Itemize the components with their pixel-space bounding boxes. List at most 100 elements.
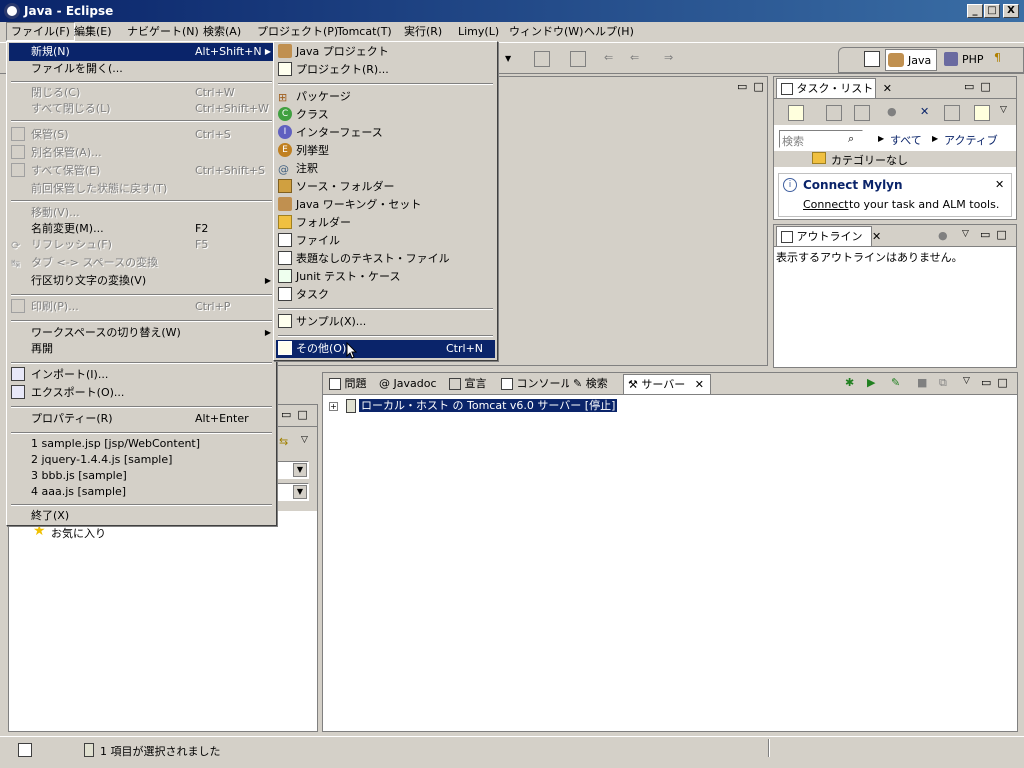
maximize-button[interactable]: □ <box>984 4 1000 18</box>
tab-javadoc[interactable]: @ Javadoc <box>375 374 441 394</box>
tab-servers[interactable]: ⚒ サーバー ✕ <box>623 374 711 394</box>
submenu-other[interactable]: その他(O)... Ctrl+N <box>276 340 495 358</box>
submenu-package[interactable]: ⊞ パッケージ <box>276 88 495 106</box>
submenu-project[interactable]: プロジェクト(R)... <box>276 61 495 79</box>
tab-problems[interactable]: 問題 <box>325 374 371 394</box>
submenu-class[interactable]: C クラス <box>276 106 495 124</box>
favorites-label[interactable]: お気に入り <box>51 525 106 541</box>
server-status-icon <box>84 743 94 757</box>
task-search-input[interactable]: 検索 ⌕ <box>779 130 863 148</box>
close-icon[interactable]: ✕ <box>695 378 704 391</box>
focus-icon[interactable]: ● <box>887 105 903 121</box>
menu-item-tab-convert: ↹ タブ <-> スペースの変換 <box>11 256 159 270</box>
import-icon <box>11 367 25 381</box>
view-menu-icon[interactable]: ▽ <box>1000 105 1007 115</box>
menu-file[interactable]: ファイル(F) <box>6 22 75 41</box>
collapse-all-icon[interactable] <box>944 105 960 121</box>
view-menu-icon[interactable]: ▽ <box>301 435 308 445</box>
mylyn-connect-link[interactable]: Connect <box>803 198 848 211</box>
sync-icon[interactable] <box>974 105 990 121</box>
back-icon[interactable]: ⇐ <box>630 51 646 67</box>
close-icon[interactable]: ✕ <box>872 230 881 243</box>
declaration-icon <box>449 378 461 390</box>
submenu-untitled-text[interactable]: 表題なしのテキスト・ファイル <box>276 250 495 268</box>
close-icon[interactable]: ✕ <box>883 82 892 95</box>
menu-navigate[interactable]: ナビゲート(N) <box>123 22 203 41</box>
profile-server-icon[interactable]: ✎ <box>891 376 900 389</box>
view-menu-icon[interactable]: ▽ <box>963 376 970 386</box>
dropdown-arrow-icon[interactable]: ▼ <box>505 54 521 70</box>
last-edit-icon[interactable]: ⇐ <box>604 51 620 67</box>
tab-console[interactable]: コンソール <box>497 374 576 394</box>
focus-icon[interactable]: ● <box>938 229 948 242</box>
tab-outline[interactable]: アウトライン ✕ <box>776 226 881 246</box>
recent-file-4[interactable]: 4 aaa.js [sample] <box>9 483 274 501</box>
servers-minmax[interactable]: ▭□ <box>981 376 1014 389</box>
close-button[interactable]: X <box>1003 4 1019 18</box>
submenu-folder[interactable]: フォルダー <box>276 214 495 232</box>
perspective-php[interactable]: PHP <box>942 49 990 71</box>
title-bar[interactable]: Java - Eclipse _ □ X <box>0 0 1024 22</box>
submenu-source-folder[interactable]: ソース・フォルダー <box>276 178 495 196</box>
expand-icon[interactable]: + <box>329 401 338 411</box>
outline-minmax[interactable]: ▭□ <box>980 228 1013 241</box>
tab-declaration[interactable]: 宣言 <box>445 374 491 394</box>
publish-icon[interactable]: ⧉ <box>939 376 947 390</box>
menu-item-exit[interactable]: 終了(X) <box>9 507 274 525</box>
menu-project[interactable]: プロジェクト(P) <box>253 22 342 41</box>
open-perspective-icon[interactable] <box>864 51 880 67</box>
menu-item-line-delimiters[interactable]: 行区切り文字の変換(V) ▶ <box>9 272 274 290</box>
minimize-button[interactable]: _ <box>967 4 983 18</box>
prev-annotation-icon[interactable] <box>570 51 586 67</box>
submenu-interface[interactable]: I インターフェース <box>276 124 495 142</box>
scheduled-icon[interactable] <box>854 105 870 121</box>
submenu-enum[interactable]: E 列挙型 <box>276 142 495 160</box>
perspective-java[interactable]: Java <box>885 49 937 71</box>
tab-task-list[interactable]: タスク・リスト ✕ <box>776 78 892 98</box>
working-set-icon <box>278 197 292 211</box>
menu-edit[interactable]: 編集(E) <box>70 22 116 41</box>
more-perspectives-icon[interactable]: ¶ <box>994 51 1010 67</box>
menu-item-open-file[interactable]: ファイルを開く(... <box>9 60 274 78</box>
menu-window[interactable]: ウィンドウ(W) <box>505 22 587 41</box>
editor-minmax[interactable]: ▭□ <box>737 80 770 93</box>
submenu-file[interactable]: ファイル <box>276 232 495 250</box>
submenu-junit[interactable]: Junit テスト・ケース <box>276 268 495 286</box>
explorer-minmax[interactable]: ▭□ <box>281 408 314 421</box>
menu-limy[interactable]: Limy(L) <box>454 22 503 41</box>
task-list-minmax[interactable]: ▭□ <box>964 80 997 93</box>
menu-search[interactable]: 検索(A) <box>199 22 245 41</box>
new-task-icon[interactable] <box>788 105 804 121</box>
menu-item-new[interactable]: 新規(N) Alt+Shift+N ▶ <box>9 43 274 61</box>
submenu-java-project[interactable]: Java プロジェクト <box>276 43 495 61</box>
menu-tomcat[interactable]: Tomcat(T) <box>333 22 396 41</box>
menu-item-export[interactable]: エクスポート(O)... <box>9 384 274 402</box>
junit-icon <box>278 269 292 283</box>
submenu-working-set[interactable]: Java ワーキング・セット <box>276 196 495 214</box>
submenu-annotation[interactable]: @ 注釈 <box>276 160 495 178</box>
enum-icon: E <box>278 143 292 157</box>
save-as-icon <box>11 145 25 159</box>
view-menu-icon[interactable]: ▽ <box>962 229 969 239</box>
submenu-sample[interactable]: サンプル(X)... <box>276 313 495 331</box>
tab-search[interactable]: ✎ 検索 <box>569 374 612 394</box>
next-annotation-icon[interactable] <box>534 51 550 67</box>
forward-icon[interactable]: ⇒ <box>664 51 680 67</box>
menu-item-properties[interactable]: プロパティー(R) Alt+Enter <box>9 410 274 428</box>
server-tree-item[interactable]: + ローカル・ホスト の Tomcat v6.0 サーバー [停止] <box>329 397 618 413</box>
start-server-icon[interactable]: ▶ <box>867 376 875 389</box>
menu-run[interactable]: 実行(R) <box>400 22 446 41</box>
menu-item-restart[interactable]: 再開 <box>9 340 274 358</box>
fast-view-icon[interactable] <box>18 743 32 757</box>
filter-all-link[interactable]: すべて <box>890 132 922 148</box>
menu-item-save-as: 別名保管(A)... <box>9 144 274 162</box>
menu-help[interactable]: ヘルプ(H) <box>580 22 638 41</box>
debug-server-icon[interactable]: ✱ <box>845 376 854 389</box>
categorized-icon[interactable] <box>826 105 842 121</box>
filter-completed-icon[interactable]: ✕ <box>920 105 936 121</box>
close-icon[interactable]: ✕ <box>995 178 1004 191</box>
menu-item-import[interactable]: インポート(I)... <box>9 366 274 384</box>
submenu-task[interactable]: タスク <box>276 286 495 304</box>
sync-icon[interactable]: ⇆ <box>279 435 288 448</box>
stop-server-icon[interactable]: ■ <box>917 376 927 389</box>
